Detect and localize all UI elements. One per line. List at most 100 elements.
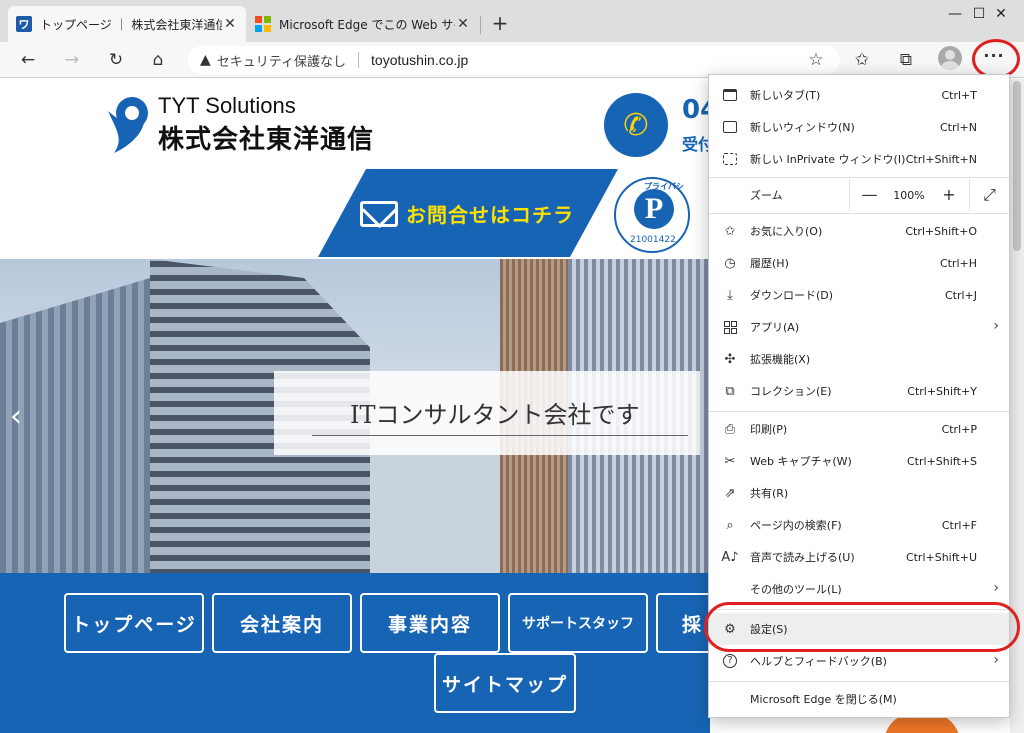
nav-recruit[interactable]: 採 (656, 593, 710, 653)
favorites-icon: ✩ (724, 223, 736, 239)
hero-caption-text: ITコンサルタント会社です (350, 401, 640, 429)
privacy-mark-letter: P (634, 189, 674, 229)
security-status[interactable]: セキュリティ保護なし (217, 51, 346, 70)
menu-downloads[interactable]: ⤓ ダウンロード(D) Ctrl+J (709, 279, 1009, 311)
menu-separator (709, 411, 1009, 412)
slider-prev-icon[interactable]: ‹ (10, 399, 22, 434)
menu-favorites[interactable]: ✩ お気に入り(O) Ctrl+Shift+O (709, 215, 1009, 247)
history-icon: ◷ (724, 255, 736, 271)
nav-sitemap[interactable]: サイトマップ (434, 653, 576, 713)
close-window-button[interactable]: ✕ (978, 0, 1024, 28)
new-tab-icon (721, 86, 739, 104)
menu-label: アプリ(A) (750, 321, 800, 334)
title-bar: ワ トップページ ｜ 株式会社東洋通信 ✕ Microsoft Edge でこの… (0, 0, 1024, 42)
menu-label: 印刷(P) (750, 423, 788, 436)
add-favorite-icon[interactable]: ☆ (802, 46, 830, 74)
phone-icon: ✆ (604, 93, 668, 157)
mail-icon (360, 201, 398, 227)
menu-shortcut: Ctrl+H (939, 256, 977, 270)
close-icon[interactable]: ✕ (455, 16, 471, 32)
contact-label[interactable]: お問合せはコチラ (406, 199, 574, 228)
tab-title: トップページ ｜ 株式会社東洋通信 (40, 17, 222, 32)
microsoft-logo-icon (255, 16, 271, 32)
menu-label: Microsoft Edge を閉じる(M) (750, 693, 897, 706)
menu-shortcut: Ctrl+Shift+S (907, 454, 977, 468)
collections-icon: ⧉ (725, 383, 735, 399)
privacy-mark-badge: プライバシー P 21001422 (614, 177, 690, 253)
menu-print[interactable]: ⎙ 印刷(P) Ctrl+P (709, 413, 1009, 445)
new-tab-button[interactable]: + (487, 11, 513, 37)
chevron-right-icon: › (993, 652, 999, 668)
menu-label: コレクション(E) (750, 385, 832, 398)
menu-shortcut: Ctrl+P (941, 422, 977, 436)
menu-separator (709, 213, 1009, 214)
menu-label: ヘルプとフィードバック(B) (750, 655, 887, 668)
menu-new-inprivate[interactable]: 新しい InPrivate ウィンドウ(I) Ctrl+Shift+N (709, 143, 1009, 175)
annotation-circle-settings (704, 602, 1020, 652)
tab-edge-info[interactable]: Microsoft Edge でこの Web サイトを ✕ (247, 6, 479, 42)
profile-avatar[interactable] (938, 46, 962, 70)
share-icon: ⇗ (724, 485, 736, 501)
privacy-mark-number: 21001422 (630, 235, 676, 245)
fullscreen-button[interactable]: ⤢ (969, 179, 1009, 211)
menu-shortcut: Ctrl+F (941, 518, 977, 532)
nav-company[interactable]: 会社案内 (212, 593, 352, 653)
inprivate-icon (721, 150, 739, 168)
menu-label: 拡張機能(X) (750, 353, 811, 366)
menu-read-aloud[interactable]: A♪ 音声で読み上げる(U) Ctrl+Shift+U (709, 541, 1009, 573)
hero-building (0, 275, 160, 575)
blank-icon (721, 690, 739, 708)
logo-english: TYT Solutions (158, 93, 296, 118)
menu-extensions[interactable]: ✣ 拡張機能(X) (709, 343, 1009, 375)
menu-new-tab[interactable]: 新しいタブ(T) Ctrl+T (709, 79, 1009, 111)
help-icon: ? (721, 652, 739, 670)
web-capture-icon: ✂ (724, 453, 736, 469)
menu-history[interactable]: ◷ 履歴(H) Ctrl+H (709, 247, 1009, 279)
find-icon: ⌕ (726, 517, 734, 533)
forward-button[interactable]: → (58, 46, 86, 74)
menu-collections[interactable]: ⧉ コレクション(E) Ctrl+Shift+Y (709, 375, 1009, 407)
zoom-out-button[interactable]: — (849, 179, 889, 211)
collections-icon[interactable]: ⧉ (892, 46, 920, 74)
favorites-icon[interactable]: ✩ (848, 46, 876, 74)
refresh-button[interactable]: ↻ (102, 46, 130, 74)
download-icon: ⤓ (727, 287, 733, 303)
tab-toppage[interactable]: ワ トップページ ｜ 株式会社東洋通信 ✕ (8, 6, 246, 42)
back-button[interactable]: ← (14, 46, 42, 74)
menu-more-tools[interactable]: その他のツール(L) › (709, 573, 1009, 605)
tab-divider (480, 16, 481, 34)
menu-zoom: ズーム — 100% + ⤢ (709, 179, 1009, 211)
zoom-label: ズーム (750, 189, 783, 202)
logo-japanese: 株式会社東洋通信 (158, 125, 375, 155)
navigation-toolbar: ← → ↻ ⌂ ▲ セキュリティ保護なし toyotushin.co.jp ☆ … (0, 42, 1024, 78)
warning-icon[interactable]: ▲ (200, 52, 211, 68)
menu-label: その他のツール(L) (750, 583, 842, 596)
apps-icon (721, 318, 739, 336)
menu-shortcut: Ctrl+Shift+Y (907, 384, 977, 398)
close-icon[interactable]: ✕ (222, 16, 238, 32)
site-navigation: トップページ 会社案内 事業内容 サポートスタッフ 採 サイトマップ (0, 573, 710, 733)
chevron-right-icon: › (993, 318, 999, 334)
home-button[interactable]: ⌂ (144, 46, 172, 74)
menu-web-capture[interactable]: ✂ Web キャプチャ(W) Ctrl+Shift+S (709, 445, 1009, 477)
menu-label: Web キャプチャ(W) (750, 455, 852, 468)
nav-support-staff[interactable]: サポートスタッフ (508, 593, 648, 653)
menu-close-edge[interactable]: Microsoft Edge を閉じる(M) (709, 683, 1009, 715)
scrollbar-thumb[interactable] (1013, 81, 1021, 251)
nav-top-page[interactable]: トップページ (64, 593, 204, 653)
menu-apps[interactable]: アプリ(A) › (709, 311, 1009, 343)
address-bar[interactable]: ▲ セキュリティ保護なし toyotushin.co.jp (188, 46, 840, 74)
menu-label: 新しいタブ(T) (750, 89, 821, 102)
nav-services[interactable]: 事業内容 (360, 593, 500, 653)
print-icon: ⎙ (724, 421, 736, 437)
menu-label: 新しい InPrivate ウィンドウ(I) (750, 153, 906, 166)
read-aloud-icon: A♪ (721, 549, 739, 565)
menu-label: 履歴(H) (750, 257, 789, 270)
menu-shortcut: Ctrl+Shift+U (905, 550, 977, 564)
menu-share[interactable]: ⇗ 共有(R) (709, 477, 1009, 509)
menu-label: 新しいウィンドウ(N) (750, 121, 855, 134)
menu-find[interactable]: ⌕ ページ内の検索(F) Ctrl+F (709, 509, 1009, 541)
menu-new-window[interactable]: 新しいウィンドウ(N) Ctrl+N (709, 111, 1009, 143)
url-text[interactable]: toyotushin.co.jp (371, 52, 468, 68)
zoom-in-button[interactable]: + (929, 179, 969, 211)
